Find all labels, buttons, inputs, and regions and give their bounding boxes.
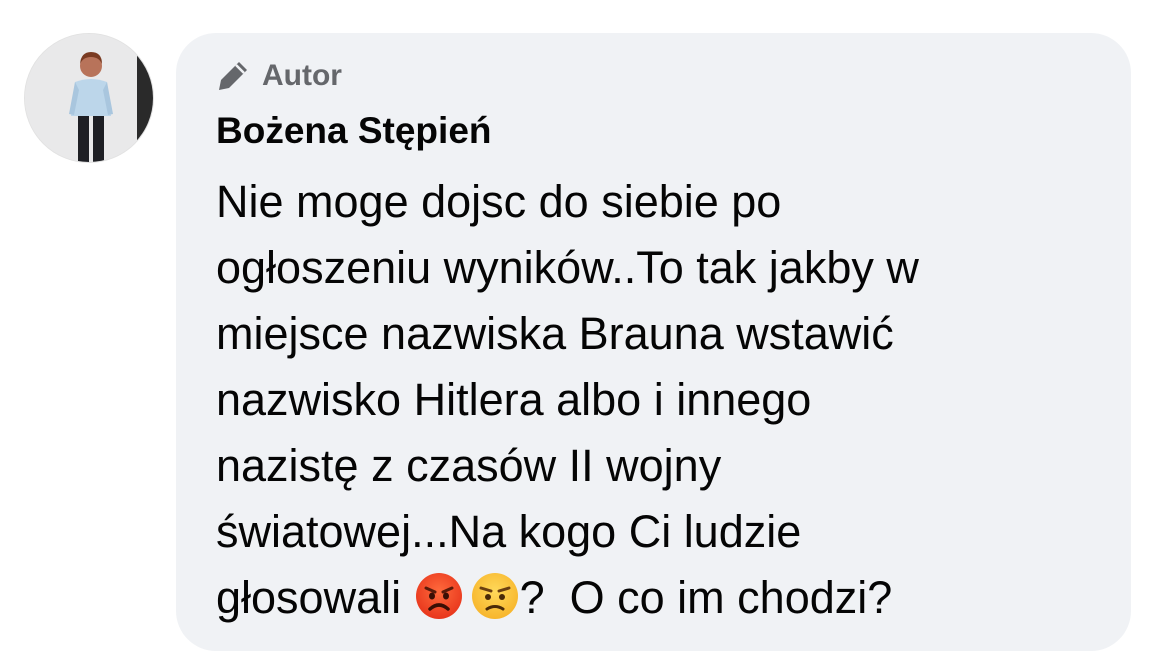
author-badge: Autor (216, 59, 342, 93)
author-name[interactable]: Bożena Stępień (216, 109, 492, 153)
author-badge-label: Autor (262, 59, 342, 92)
avatar[interactable] (24, 33, 154, 163)
comment-line-last: głosowali ? O co im chodzi? (216, 565, 1096, 631)
comment-bubble: Autor Bożena Stępień Nie moge dojsc do s… (176, 33, 1131, 651)
angry-face-emoji (414, 571, 464, 621)
annoyed-face-emoji (470, 571, 520, 621)
comment-line: światowej...Na kogo Ci ludzie (216, 506, 802, 557)
avatar-photo (25, 34, 153, 162)
comment-line-end: ? O co im chodzi? (519, 572, 893, 623)
comment-line-start: głosowali (216, 572, 414, 623)
comment-line: ogłoszeniu wyników..To tak jakby w (216, 242, 919, 293)
comment-text: Nie moge dojsc do siebie po ogłoszeniu w… (216, 169, 1096, 631)
comment-line: nazwisko Hitlera albo i innego (216, 374, 812, 425)
comment-line: Nie moge dojsc do siebie po (216, 176, 782, 227)
comment-line: nazistę z czasów II wojny (216, 440, 722, 491)
pencil-icon (216, 59, 250, 93)
comment-line: miejsce nazwiska Brauna wstawić (216, 308, 894, 359)
